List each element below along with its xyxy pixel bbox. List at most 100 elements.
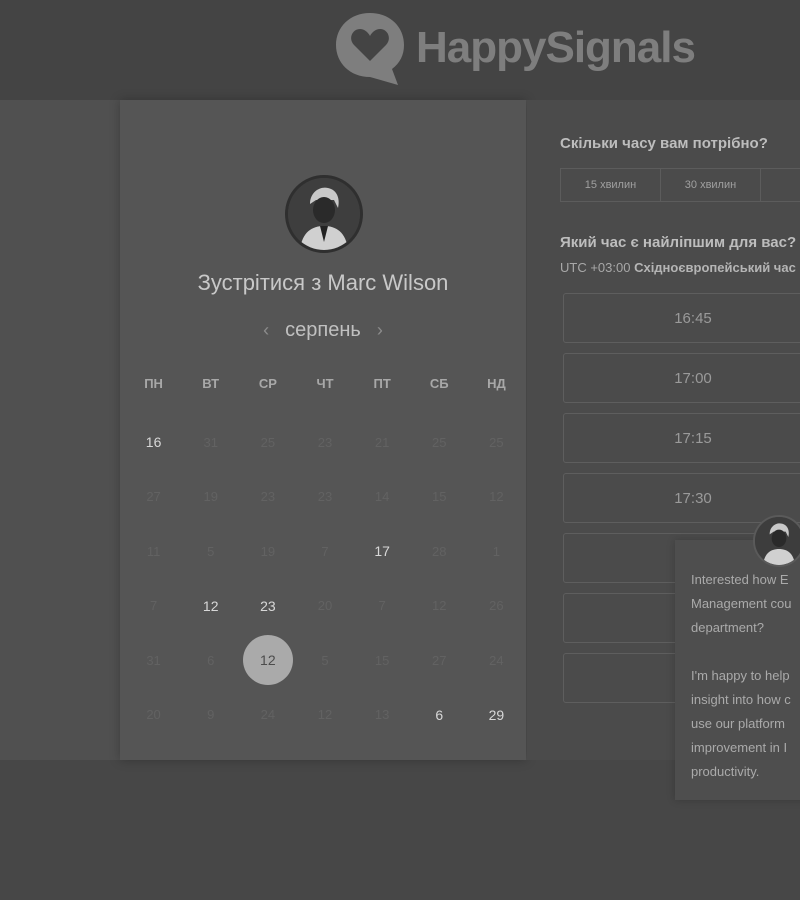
day-number: 20: [317, 598, 333, 614]
calendar-day: 25: [468, 415, 525, 470]
weekday-header: ПН ВТ СР ЧТ ПТ СБ НД: [125, 376, 525, 391]
calendar-day: 20: [296, 579, 353, 634]
logo[interactable]: HappySignals: [332, 8, 696, 88]
timezone-offset: UTC +03:00: [560, 260, 631, 275]
time-question: Який час є найліпшим для вас?: [560, 234, 797, 251]
calendar-day[interactable]: 12: [182, 579, 239, 634]
duration-option-more[interactable]: [761, 169, 800, 201]
day-number: 23: [317, 489, 333, 505]
day-number: 29: [488, 706, 505, 723]
calendar-day: 24: [468, 633, 525, 688]
day-number: 27: [146, 489, 161, 505]
day-number: 14: [374, 489, 390, 505]
day-number: 24: [489, 652, 504, 668]
calendar-day: 20: [125, 688, 182, 743]
calendar-day: 15: [411, 470, 468, 525]
calendar-day: 27: [411, 633, 468, 688]
calendar-day-selected[interactable]: 12: [239, 633, 296, 688]
brand-name: HappySignals: [416, 23, 696, 72]
calendar-day: 28: [411, 524, 468, 579]
calendar-week: 7 12 23 20 7 12 26: [125, 579, 525, 634]
day-number: 9: [207, 707, 215, 723]
day-number: 31: [203, 434, 218, 450]
calendar-day: 5: [296, 633, 353, 688]
calendar-day[interactable]: 17: [354, 524, 411, 579]
day-number: 7: [378, 598, 386, 614]
chat-popup[interactable]: Interested how E Management cou departme…: [675, 540, 800, 800]
calendar-day: 7: [296, 524, 353, 579]
day-number: 5: [207, 543, 215, 559]
chevron-left-icon[interactable]: ‹: [253, 320, 279, 341]
month-label: серпень: [285, 318, 361, 341]
weekday-label: ПН: [144, 376, 163, 391]
calendar-day: 13: [354, 688, 411, 743]
chat-line: insight into how c: [691, 692, 791, 707]
meeting-title: Зустрітися з Marc Wilson: [197, 270, 449, 295]
day-number: 25: [432, 434, 447, 450]
day-number: 21: [374, 434, 390, 450]
timezone-label[interactable]: UTC +03:00 Східноєвропейський час: [560, 260, 796, 275]
chat-line: use our platform: [691, 716, 785, 731]
chat-line: Management cou: [691, 596, 792, 611]
day-number: 31: [146, 652, 161, 668]
chat-avatar[interactable]: [753, 515, 800, 567]
duration-option-30[interactable]: 30 хвилин: [661, 169, 761, 201]
calendar-day[interactable]: 29: [468, 688, 525, 743]
day-number: 16: [145, 434, 162, 451]
day-number: 12: [489, 489, 504, 505]
day-number: 28: [432, 543, 447, 559]
time-slot[interactable]: 17:00: [563, 353, 800, 403]
day-number: 17: [374, 543, 390, 560]
calendar-week: 27 19 23 23 14 15 12: [125, 470, 525, 525]
day-number: 19: [260, 543, 276, 559]
calendar-day: 7: [354, 579, 411, 634]
day-number: 26: [489, 598, 504, 614]
day-number: 15: [432, 489, 447, 505]
time-slot[interactable]: 16:45: [563, 293, 800, 343]
duration-selector: 15 хвилин 30 хвилин: [560, 168, 800, 202]
time-slot[interactable]: 17:30: [563, 473, 800, 523]
calendar-day[interactable]: 16: [125, 415, 182, 470]
day-number: 5: [321, 652, 329, 668]
day-number: 25: [260, 434, 276, 450]
chevron-right-icon[interactable]: ›: [367, 320, 393, 341]
duration-question: Скільки часу вам потрібно?: [560, 135, 768, 152]
calendar-day: 6: [182, 633, 239, 688]
day-number: 7: [321, 543, 329, 559]
timezone-name: Східноєвропейський час: [634, 260, 796, 275]
calendar-day: 15: [354, 633, 411, 688]
chat-line: Interested how E: [691, 572, 789, 587]
day-number: 12: [432, 598, 447, 614]
day-number: 20: [146, 707, 161, 723]
duration-option-15[interactable]: 15 хвилин: [561, 169, 661, 201]
time-slot[interactable]: 17:15: [563, 413, 800, 463]
day-number: 19: [203, 489, 218, 505]
calendar-day: 31: [182, 415, 239, 470]
calendar-day: 23: [296, 470, 353, 525]
calendar-day: 23: [296, 415, 353, 470]
calendar-day: 26: [468, 579, 525, 634]
day-number: 6: [435, 706, 444, 723]
month-navigation: ‹ серпень ›: [120, 315, 526, 345]
heart-chat-icon: [336, 13, 404, 85]
calendar-day: 19: [182, 470, 239, 525]
calendar-day[interactable]: 6: [411, 688, 468, 743]
day-number: 27: [432, 652, 447, 668]
calendar-day: 23: [239, 470, 296, 525]
day-number: 12: [317, 707, 333, 723]
header: HappySignals: [0, 0, 800, 100]
weekday-label: СБ: [429, 376, 449, 391]
day-number: 23: [260, 597, 276, 614]
calendar-grid: 16 31 25 23 21 25 25 27 19 23 23 14 15 12 11 5 19 7 17 28 1 7…: [125, 415, 525, 742]
calendar-day[interactable]: 23: [239, 579, 296, 634]
chat-line: productivity.: [691, 764, 760, 779]
calendar-day: 1: [468, 524, 525, 579]
day-number: 15: [374, 652, 390, 668]
calendar-day: 9: [182, 688, 239, 743]
calendar-day: 14: [354, 470, 411, 525]
day-number: 1: [492, 543, 501, 559]
calendar-week: 31 6 12 5 15 27 24: [125, 633, 525, 688]
host-avatar: [285, 175, 363, 253]
person-icon: [755, 517, 800, 565]
person-icon: [288, 178, 360, 250]
